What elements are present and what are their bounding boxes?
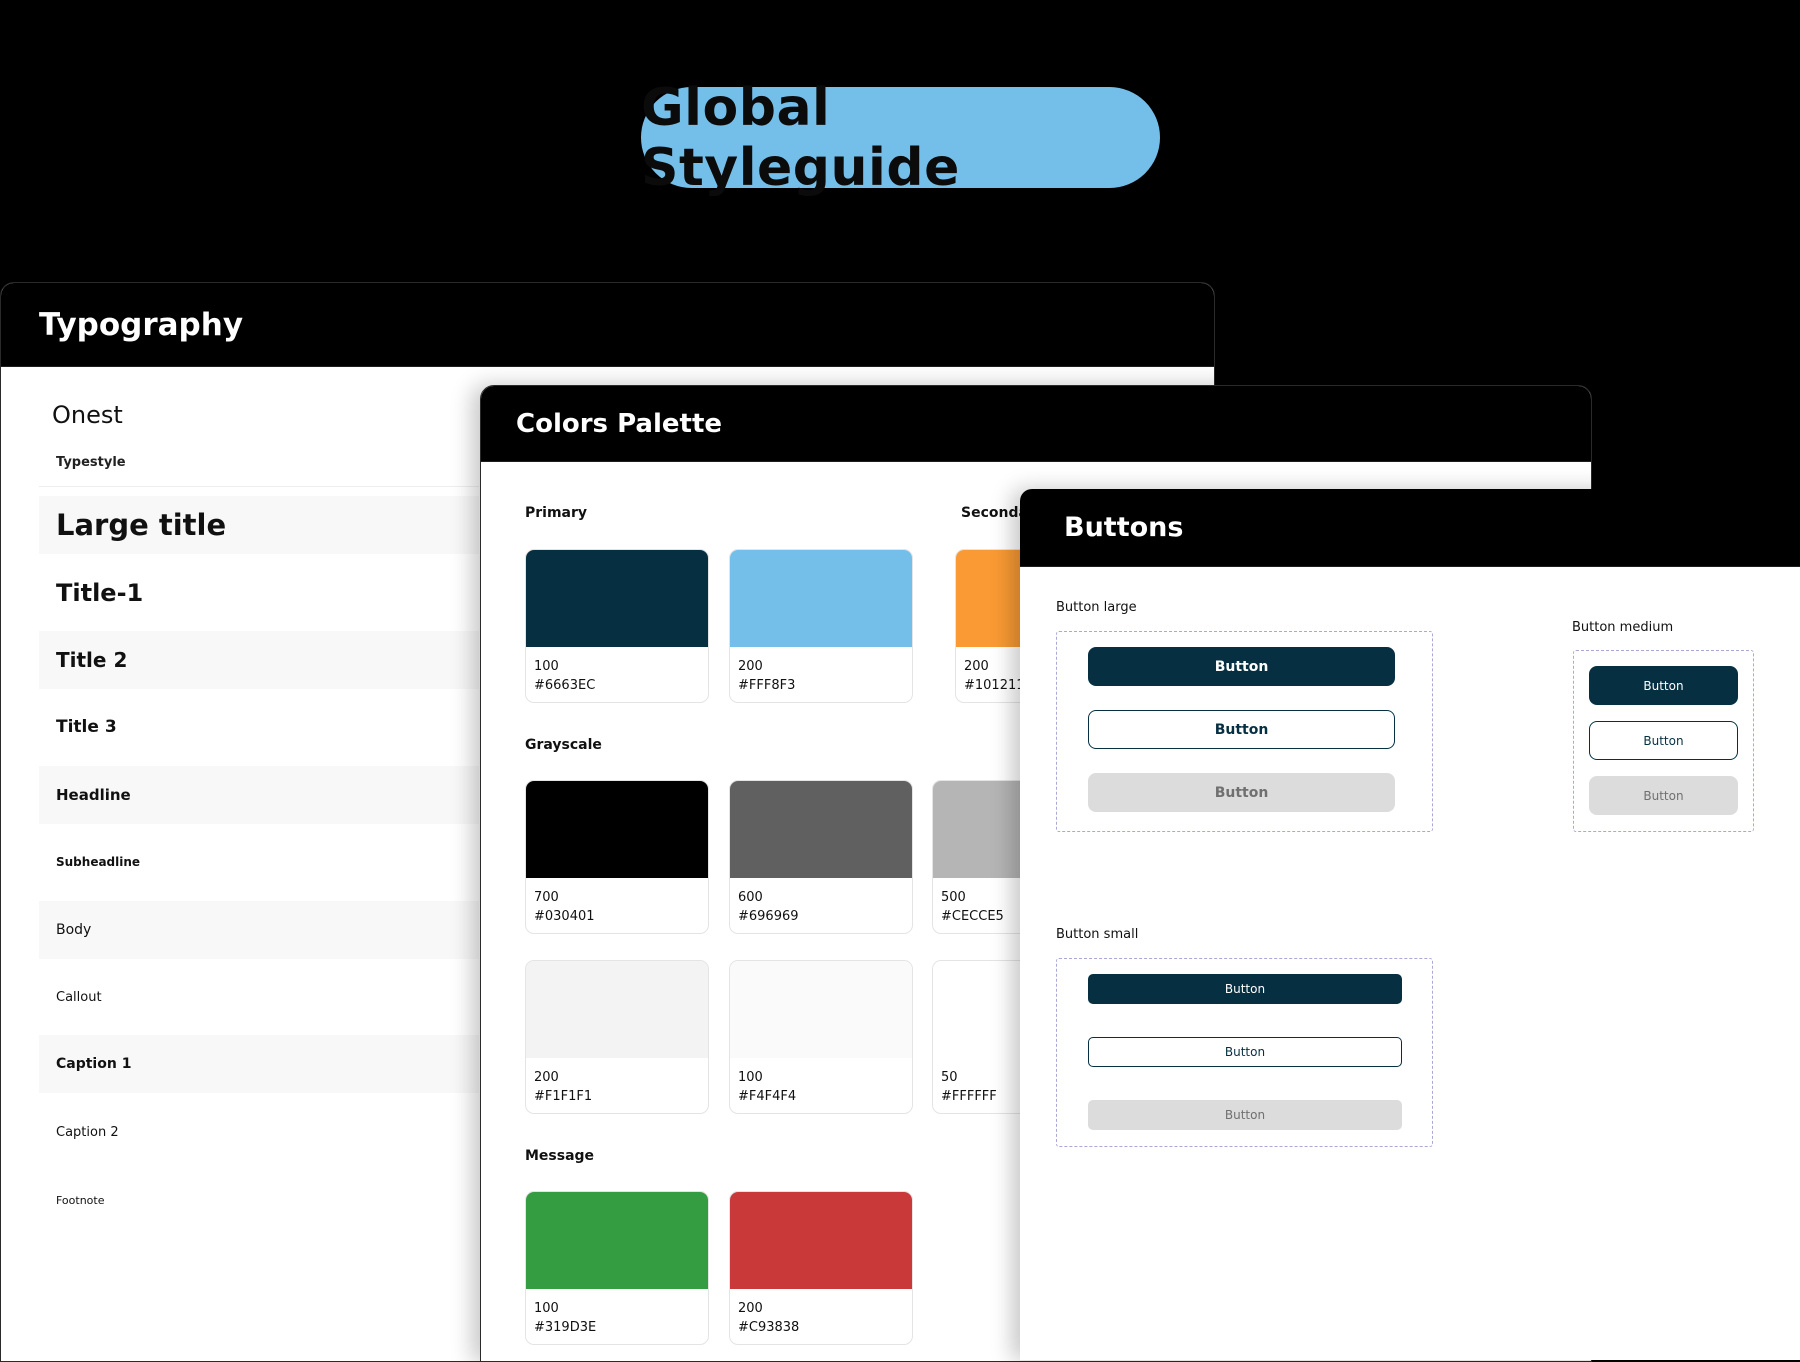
swatch-level: 100	[534, 659, 559, 674]
swatch-hex: #FFF8F3	[738, 678, 796, 693]
type-row-caption-1: Caption 1	[39, 1035, 479, 1093]
type-style-label: Large title	[56, 508, 227, 542]
color-chip	[730, 781, 912, 878]
button-medium-outline[interactable]: Button	[1589, 721, 1738, 760]
colors-title: Colors Palette	[516, 408, 723, 439]
type-row-title-2: Title 2	[39, 631, 479, 689]
swatch-hex: #030401	[534, 909, 595, 924]
section-label-secondary: Seconda	[961, 505, 1028, 521]
buttons-panel: Buttons Button large Button Button Butto…	[1020, 489, 1800, 1360]
swatch-hex: #C93838	[738, 1320, 800, 1335]
swatch-level: 100	[534, 1301, 559, 1316]
type-style-label: Title 2	[56, 648, 128, 672]
type-row-large-title: Large title	[39, 496, 479, 554]
type-row-footnote: Footnote	[39, 1171, 479, 1229]
color-swatch: 200 #C93838	[729, 1191, 913, 1345]
type-style-label: Subheadline	[56, 855, 141, 869]
color-chip	[730, 961, 912, 1058]
type-row-title-3: Title 3	[39, 698, 479, 756]
color-chip	[526, 781, 708, 878]
color-chip	[526, 961, 708, 1058]
color-swatch: 100 #319D3E	[525, 1191, 709, 1345]
button-medium-primary[interactable]: Button	[1589, 666, 1738, 705]
colors-header: Colors Palette	[481, 386, 1591, 462]
type-row-title-1: Title-1	[39, 564, 479, 622]
type-style-label: Title 3	[56, 717, 117, 737]
type-row-caption-2: Caption 2	[39, 1103, 479, 1161]
typography-header: Typography	[1, 283, 1214, 367]
swatch-level: 200	[738, 659, 763, 674]
type-row-subheadline: Subheadline	[39, 833, 479, 891]
button-medium-disabled[interactable]: Button	[1589, 776, 1738, 815]
color-swatch: 200 #F1F1F1	[525, 960, 709, 1114]
color-swatch: 100 #F4F4F4	[729, 960, 913, 1114]
button-medium-group: Button Button Button	[1573, 650, 1754, 832]
button-large-group: Button Button Button	[1056, 631, 1433, 832]
button-large-outline[interactable]: Button	[1088, 710, 1395, 749]
type-style-label: Caption 2	[56, 1124, 119, 1140]
color-swatch: 200 #FFF8F3	[729, 549, 913, 703]
buttons-header: Buttons	[1020, 489, 1800, 567]
swatch-level: 600	[738, 890, 763, 905]
swatch-level: 100	[738, 1070, 763, 1085]
button-large-label: Button large	[1056, 600, 1137, 615]
color-chip	[526, 550, 708, 647]
section-label-message: Message	[525, 1148, 595, 1164]
swatch-level: 700	[534, 890, 559, 905]
buttons-title: Buttons	[1064, 512, 1184, 543]
font-name: Onest	[52, 401, 123, 429]
styleguide-title-pill: Global Styleguide	[641, 78, 1160, 198]
swatch-hex: #696969	[738, 909, 799, 924]
color-chip	[526, 1192, 708, 1289]
type-style-label: Callout	[56, 989, 102, 1005]
swatch-hex: #F1F1F1	[534, 1089, 593, 1104]
swatch-hex: #319D3E	[534, 1320, 597, 1335]
type-style-label: Footnote	[56, 1193, 105, 1207]
type-style-label: Headline	[56, 786, 131, 804]
swatch-hex: #6663EC	[534, 678, 596, 693]
page-title: Global Styleguide	[641, 77, 960, 198]
type-style-label: Title-1	[56, 579, 144, 607]
type-style-label: Body	[56, 922, 92, 938]
swatch-hex: #F4F4F4	[738, 1089, 797, 1104]
button-small-label: Button small	[1056, 927, 1139, 942]
button-small-outline[interactable]: Button	[1088, 1037, 1402, 1067]
type-row-callout: Callout	[39, 968, 479, 1026]
section-label-grayscale: Grayscale	[525, 737, 602, 753]
swatch-level: 200	[738, 1301, 763, 1316]
button-small-primary[interactable]: Button	[1088, 974, 1402, 1004]
color-swatch: 100 #6663EC	[525, 549, 709, 703]
button-small-group: Button Button Button	[1056, 958, 1433, 1147]
typography-title: Typography	[39, 306, 244, 343]
swatch-level: 200	[534, 1070, 559, 1085]
typestyle-label: Typestyle	[56, 455, 126, 470]
type-row-body: Body	[39, 901, 479, 959]
color-chip	[730, 550, 912, 647]
type-style-label: Caption 1	[56, 1056, 132, 1072]
color-swatch: 700 #030401	[525, 780, 709, 934]
button-small-disabled[interactable]: Button	[1088, 1100, 1402, 1130]
section-label-primary: Primary	[525, 505, 588, 521]
button-large-primary[interactable]: Button	[1088, 647, 1395, 686]
button-medium-label: Button medium	[1572, 620, 1674, 635]
color-swatch: 600 #696969	[729, 780, 913, 934]
color-chip	[730, 1192, 912, 1289]
divider	[39, 486, 479, 487]
type-row-headline: Headline	[39, 766, 479, 824]
button-large-disabled[interactable]: Button	[1088, 773, 1395, 812]
